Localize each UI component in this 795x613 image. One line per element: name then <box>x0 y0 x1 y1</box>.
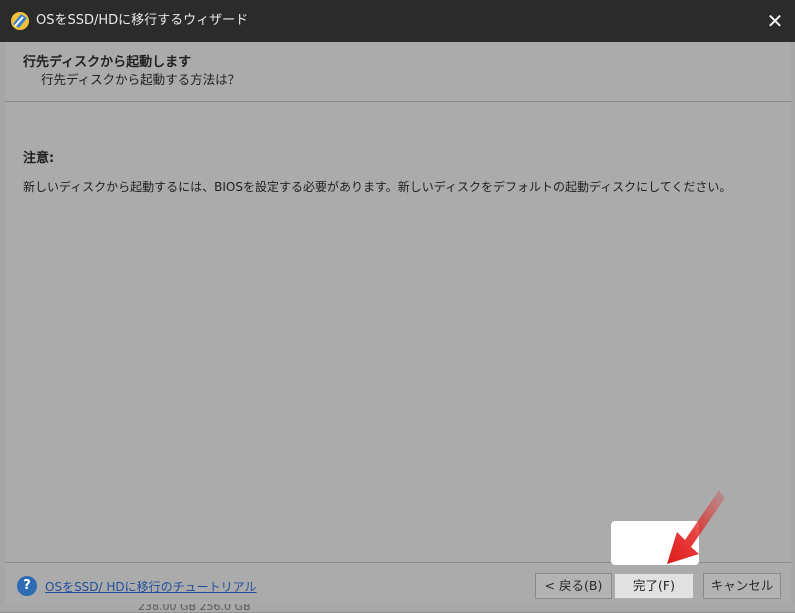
window-title: OSをSSD/HDに移行するウィザード <box>36 13 249 28</box>
cancel-button[interactable]: キャンセル <box>703 573 781 599</box>
page-title: 行先ディスクから起動します <box>23 55 192 70</box>
finish-button[interactable]: 完了(F) <box>614 573 694 599</box>
back-button[interactable]: < 戻る(B) <box>535 573 612 599</box>
migrate-os-wizard-dialog: OSをSSD/HDに移行するウィザード ✕ 行先ディスクから起動します 行先ディ… <box>0 0 795 604</box>
title-bar: OSをSSD/HDに移行するウィザード ✕ <box>0 0 795 42</box>
note-label: 注意: <box>23 151 55 166</box>
app-icon <box>11 12 29 30</box>
tutorial-link[interactable]: OSをSSD/ HDに移行のチュートリアル <box>45 578 257 595</box>
note-text: 新しいディスクから起動するには、BIOSを設定する必要があります。新しいディスク… <box>23 180 732 194</box>
red-arrow-icon <box>667 490 725 564</box>
help-icon[interactable]: ? <box>17 576 37 596</box>
close-icon[interactable]: ✕ <box>763 9 787 33</box>
header-divider <box>5 101 791 102</box>
header-panel: 行先ディスクから起動します 行先ディスクから起動する方法は？ <box>5 42 791 102</box>
background-app-bottom-edge <box>0 604 795 612</box>
page-subtitle: 行先ディスクから起動する方法は？ <box>41 72 241 87</box>
